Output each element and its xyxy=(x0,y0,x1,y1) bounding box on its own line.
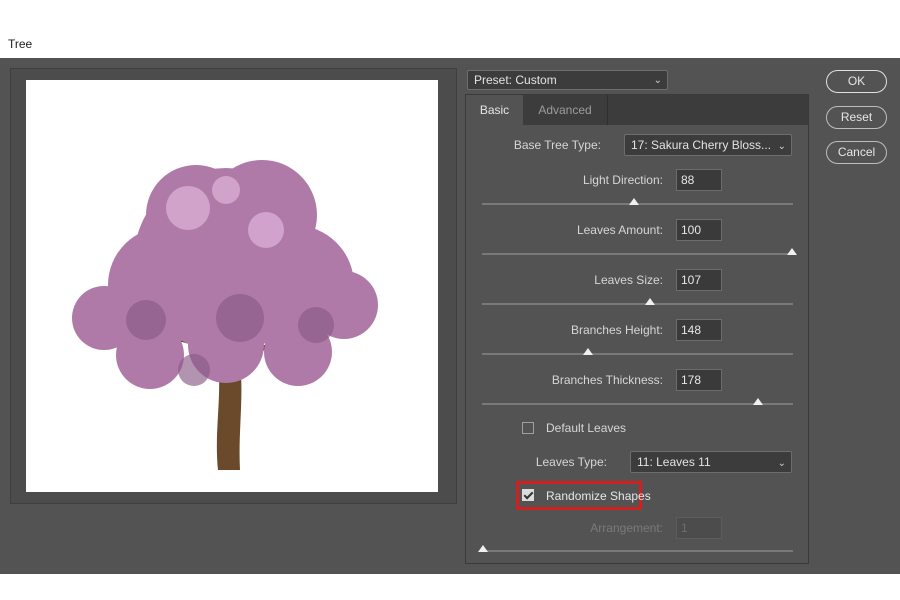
branches-thickness-slider-thumb[interactable] xyxy=(753,398,763,405)
base-tree-type-value: 17: Sakura Cherry Bloss... xyxy=(631,138,772,152)
tree-preview xyxy=(26,80,438,492)
arrangement-label: Arrangement: xyxy=(590,521,663,535)
preset-label: Preset: xyxy=(474,73,513,87)
base-tree-type-dropdown[interactable]: 17: Sakura Cherry Bloss... ⌄ xyxy=(624,134,792,156)
arrangement-track xyxy=(482,550,793,552)
leaves-amount-input[interactable]: 100 xyxy=(676,219,722,241)
bottom-margin xyxy=(0,574,900,600)
leaves-type-label: Leaves Type: xyxy=(535,455,607,469)
chevron-down-icon: ⌄ xyxy=(777,141,786,152)
light-direction-slider-thumb[interactable] xyxy=(629,198,640,205)
default-leaves-label: Default Leaves xyxy=(546,421,627,435)
leaves-size-slider-thumb[interactable] xyxy=(644,298,655,305)
branches-height-track[interactable] xyxy=(482,353,793,355)
branches-thickness-label: Branches Thickness: xyxy=(551,373,663,387)
tab-basic[interactable]: Basic xyxy=(466,95,523,125)
branches-height-slider-thumb[interactable] xyxy=(583,348,594,355)
branches-thickness-track[interactable] xyxy=(482,403,793,405)
cancel-button[interactable]: Cancel xyxy=(826,141,887,164)
reset-button[interactable]: Reset xyxy=(826,106,887,129)
chevron-down-icon: ⌄ xyxy=(653,75,662,86)
leaves-amount-slider-thumb[interactable] xyxy=(787,248,797,255)
preset-dropdown[interactable]: Preset: Custom ⌄ xyxy=(467,70,668,90)
leaves-size-input[interactable]: 107 xyxy=(676,269,722,291)
default-leaves-checkbox[interactable] xyxy=(522,422,534,434)
leaves-amount-label: Leaves Amount: xyxy=(576,223,663,237)
leaves-type-dropdown[interactable]: 11: Leaves 11 ⌄ xyxy=(630,451,792,473)
ok-button[interactable]: OK xyxy=(826,70,887,93)
leaves-amount-track[interactable] xyxy=(482,253,793,255)
light-direction-label: Light Direction: xyxy=(582,173,663,187)
chevron-down-icon: ⌄ xyxy=(777,458,786,469)
leaves-type-value: 11: Leaves 11 xyxy=(637,455,711,469)
window-title: Tree xyxy=(8,37,33,51)
branches-height-label: Branches Height: xyxy=(570,323,663,337)
leaves-size-track[interactable] xyxy=(482,303,793,305)
branches-height-input[interactable]: 148 xyxy=(676,319,722,341)
tab-advanced[interactable]: Advanced xyxy=(523,95,608,125)
arrangement-slider-thumb xyxy=(478,545,488,552)
randomize-shapes-checkbox[interactable] xyxy=(522,489,534,501)
preset-value: Custom xyxy=(515,73,557,87)
title-bar: Tree xyxy=(0,0,900,58)
randomize-shapes-label: Randomize Shapes xyxy=(546,489,651,503)
branches-thickness-input[interactable]: 178 xyxy=(676,369,722,391)
sakura-tree-illustration xyxy=(72,160,378,470)
leaves-size-label: Leaves Size: xyxy=(594,273,663,287)
base-tree-type-label: Base Tree Type: xyxy=(513,138,601,152)
arrangement-input: 1 xyxy=(676,517,722,539)
light-direction-input[interactable]: 88 xyxy=(676,169,722,191)
